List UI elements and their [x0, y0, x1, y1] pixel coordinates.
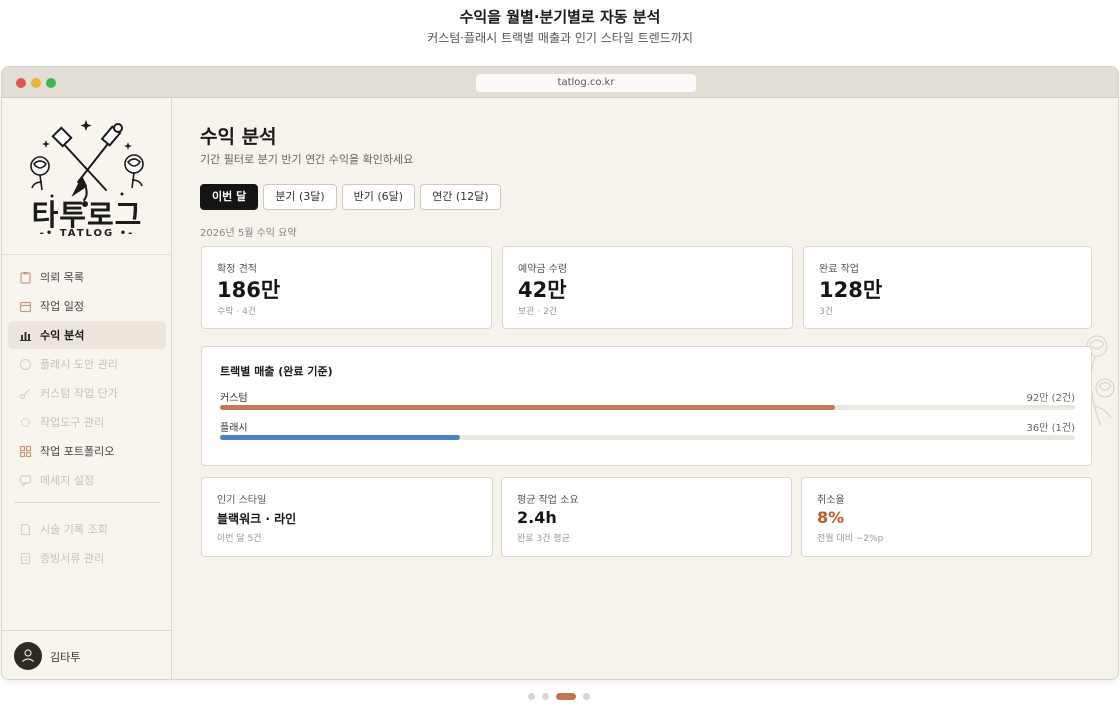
- card-label: 예약금 수령: [518, 264, 568, 275]
- maximize-window-button[interactable]: [46, 78, 56, 88]
- sidebar-divider: [2, 254, 172, 255]
- sidebar: 타투로그 -• TATLOG •- 의뢰 목록 작업 일정 수익 분석 플래시 …: [2, 98, 172, 679]
- slide-pager: [528, 693, 597, 700]
- marketing-headline: 수익을 월별·분기별로 자동 분석: [459, 8, 661, 26]
- address-bar[interactable]: tatlog.co.kr: [476, 74, 696, 92]
- sidebar-item-portfolio[interactable]: 작업 포트폴리오: [8, 437, 166, 465]
- card-subtext: 수락 · 4건: [217, 307, 257, 317]
- card-label: 확정 견적: [217, 264, 257, 275]
- sidebar-item-label: 작업 일정: [40, 300, 84, 313]
- page-description: 기간 필터로 분기 반기 연간 수익을 확인하세요: [200, 153, 414, 166]
- track-name: 플래시: [220, 423, 248, 434]
- track-progress-fill: [220, 435, 461, 440]
- user-icon: [22, 649, 34, 662]
- minimize-window-button[interactable]: [31, 78, 41, 88]
- clipboard-icon: [20, 271, 31, 284]
- avg-duration-card: 평균 작업 소요 2.4h 완료 3건 평균: [501, 477, 792, 557]
- card-label: 완료 작업: [819, 264, 859, 275]
- card-subtext: 이번 달 5건: [217, 534, 262, 544]
- document-icon: [20, 523, 31, 535]
- pager-dot-active[interactable]: [556, 693, 576, 700]
- sidebar-item-label: 의뢰 목록: [40, 271, 84, 284]
- track-progress-fill: [220, 405, 835, 410]
- close-window-button[interactable]: [16, 78, 26, 88]
- user-name: 김타투: [50, 651, 81, 664]
- card-subtext: 전월 대비 −2%p: [817, 534, 884, 544]
- track-amount: 92만 (2건): [1026, 393, 1075, 404]
- receipt-icon: [20, 552, 31, 564]
- page-title: 수익 분석: [200, 126, 277, 148]
- browser-window: tatlog.co.kr 타투로그 -• TATLOG •- 의뢰 목록 작업 …: [1, 66, 1119, 680]
- marketing-subheadline: 커스텀·플래시 트랙별 매출과 인기 스타일 트렌드까지: [427, 31, 693, 45]
- popular-style-card: 인기 스타일 블랙워크 · 라인 이번 달 5건: [201, 477, 493, 557]
- brand-subtitle: -• TATLOG •-: [39, 228, 135, 239]
- track-progress-bar: [220, 435, 1075, 440]
- period-filter: 이번 달 분기 (3달) 반기 (6달) 연간 (12달): [200, 184, 506, 210]
- sidebar-item-messages[interactable]: 메세지 설정: [8, 466, 166, 494]
- sidebar-item-label: 수익 분석: [40, 329, 85, 342]
- card-subtext: 보관 · 2건: [518, 307, 558, 317]
- pager-dot[interactable]: [542, 693, 549, 700]
- sidebar-item-requests[interactable]: 의뢰 목록: [8, 263, 166, 291]
- sidebar-item-revenue[interactable]: 수익 분석: [8, 321, 166, 349]
- main-content: 수익 분석 기간 필터로 분기 반기 연간 수익을 확인하세요 이번 달 분기 …: [173, 98, 1118, 679]
- sidebar-item-custom-pricing[interactable]: 커스텀 작업 단가: [8, 379, 166, 407]
- scissors-icon: [19, 388, 31, 399]
- card-value: 186만: [217, 278, 281, 302]
- user-profile[interactable]: 김타투: [2, 630, 172, 679]
- sidebar-item-label: 메세지 설정: [40, 474, 95, 487]
- completed-work-card: 완료 작업 128만 3건: [803, 246, 1092, 329]
- sidebar-nav: 의뢰 목록 작업 일정 수익 분석 플래시 도안 관리 커스텀 작업 단가 작업…: [8, 263, 166, 573]
- card-label: 취소율: [817, 495, 845, 506]
- pager-dot[interactable]: [583, 693, 590, 700]
- deposit-card: 예약금 수령 42만 보관 · 2건: [502, 246, 793, 329]
- cancel-rate-card: 취소율 8% 전월 대비 −2%p: [801, 477, 1092, 557]
- sidebar-item-flash-designs[interactable]: 플래시 도안 관리: [8, 350, 166, 378]
- filter-half-year-button[interactable]: 반기 (6달): [341, 184, 416, 210]
- pager-dot[interactable]: [528, 693, 535, 700]
- sidebar-item-schedule[interactable]: 작업 일정: [8, 292, 166, 320]
- sidebar-item-documents[interactable]: 증빙서류 관리: [8, 544, 166, 572]
- track-name: 커스텀: [220, 393, 248, 404]
- card-value: 블랙워크 · 라인: [217, 512, 297, 526]
- sidebar-item-label: 작업도구 관리: [40, 416, 105, 429]
- sidebar-item-label: 증빙서류 관리: [40, 552, 105, 565]
- summary-caption: 2026년 5월 수익 요약: [200, 228, 297, 239]
- card-subtext: 3건: [819, 307, 834, 317]
- track-revenue-card: 트랙별 매출 (완료 기준) 커스텀 92만 (2건) 플래시 36만 (1건): [201, 346, 1092, 466]
- card-value: 8%: [817, 508, 845, 527]
- filter-year-button[interactable]: 연간 (12달): [420, 184, 501, 210]
- sidebar-item-label: 커스텀 작업 단가: [40, 387, 118, 400]
- track-section-title: 트랙별 매출 (완료 기준): [220, 365, 333, 378]
- browser-titlebar: tatlog.co.kr: [2, 67, 1118, 98]
- gear-icon: [20, 417, 31, 427]
- card-value: 2.4h: [517, 508, 557, 527]
- sidebar-item-label: 플래시 도안 관리: [40, 358, 118, 371]
- palette-icon: [19, 358, 32, 370]
- card-label: 평균 작업 소요: [517, 495, 579, 506]
- card-label: 인기 스타일: [217, 495, 267, 506]
- card-value: 128만: [819, 278, 883, 302]
- sidebar-divider: [14, 502, 160, 503]
- confirmed-quote-card: 확정 견적 186만 수락 · 4건: [201, 246, 492, 329]
- sidebar-item-label: 작업 포트폴리오: [40, 445, 115, 458]
- avatar: [14, 642, 42, 670]
- message-icon: [19, 474, 32, 487]
- sidebar-item-records[interactable]: 시술 기록 조회: [8, 515, 166, 543]
- card-subtext: 완료 3건 평균: [517, 534, 570, 544]
- bar-chart-icon: [20, 331, 31, 341]
- track-progress-bar: [220, 405, 1075, 410]
- calendar-icon: [19, 301, 32, 312]
- track-amount: 36만 (1건): [1026, 423, 1075, 434]
- filter-this-month-button[interactable]: 이번 달: [200, 184, 259, 210]
- sidebar-item-tools[interactable]: 작업도구 관리: [8, 408, 166, 436]
- sidebar-item-label: 시술 기록 조회: [40, 523, 108, 536]
- card-value: 42만: [518, 278, 567, 302]
- filter-quarter-button[interactable]: 분기 (3달): [263, 184, 337, 210]
- grid-icon: [19, 445, 32, 457]
